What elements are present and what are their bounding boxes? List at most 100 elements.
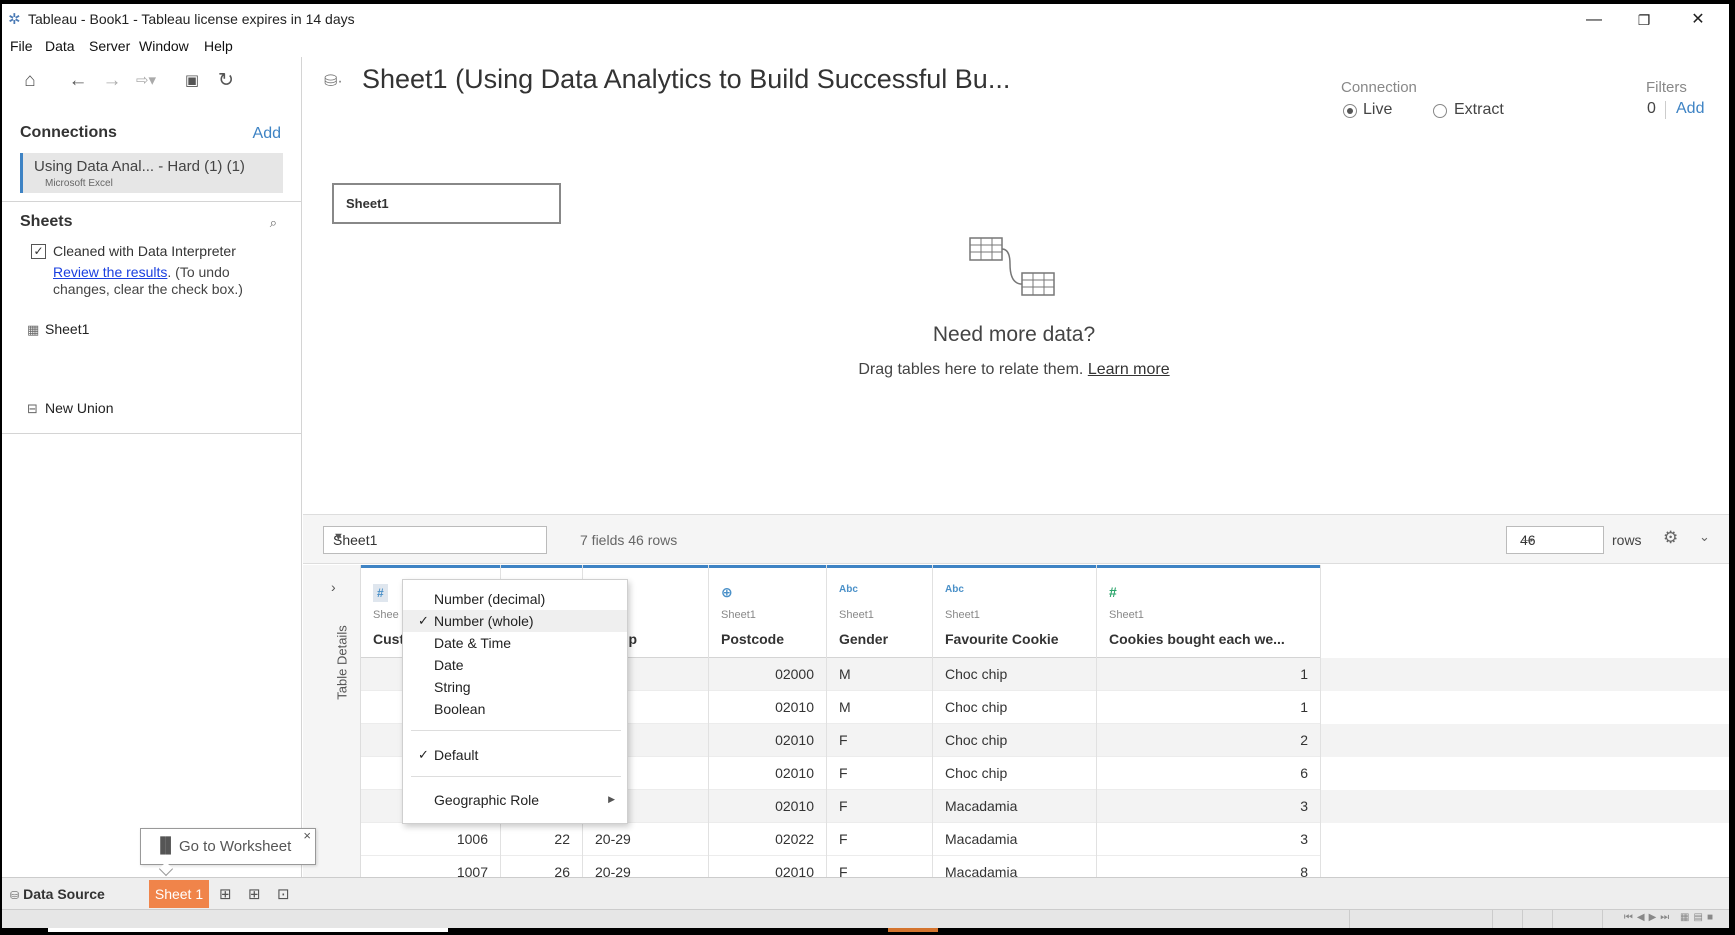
grid-cell[interactable]: F xyxy=(827,856,932,878)
grid-cell[interactable]: 20-29 xyxy=(583,856,708,878)
menu-server[interactable]: Server xyxy=(89,38,130,54)
rows-input[interactable]: 46 → xyxy=(1506,526,1604,554)
data-interpreter-checkbox[interactable]: ✓ xyxy=(31,244,46,259)
grid-cell[interactable]: Macadamia xyxy=(933,823,1096,856)
globe-icon[interactable]: ⊕ xyxy=(721,584,733,601)
column-gender[interactable]: Abc Sheet1 Gender M M F F F F F xyxy=(827,565,933,878)
tab-data-source[interactable]: ⛁ Data Source xyxy=(10,886,105,902)
grid-cell[interactable]: 02010 xyxy=(709,790,826,823)
menu-item-default[interactable]: ✓ Default xyxy=(403,744,627,766)
grid-cell[interactable]: F xyxy=(827,790,932,823)
new-worksheet-icon[interactable]: ⊞ xyxy=(219,885,232,903)
column-header[interactable]: Abc Sheet1 Gender xyxy=(827,565,932,658)
column-header[interactable]: # Sheet1 Cookies bought each we... xyxy=(1097,565,1320,658)
menu-help[interactable]: Help xyxy=(204,38,233,54)
back-icon[interactable]: ← xyxy=(66,69,90,93)
grid-cell[interactable]: Choc chip xyxy=(933,691,1096,724)
grid-cell[interactable]: 20-29 xyxy=(583,823,708,856)
grid-cell[interactable]: 3 xyxy=(1097,790,1320,823)
grid-cell[interactable]: 02010 xyxy=(709,691,826,724)
grid-cell[interactable]: F xyxy=(827,724,932,757)
menu-item-number-whole[interactable]: ✓ Number (whole) xyxy=(403,610,627,632)
arrow-right-icon[interactable]: → xyxy=(1520,530,1595,548)
grid-cell[interactable]: M xyxy=(827,658,932,691)
close-button[interactable]: ✕ xyxy=(1675,6,1721,36)
add-connection-link[interactable]: Add xyxy=(253,125,281,143)
tab-sheet1[interactable]: Sheet 1 xyxy=(149,880,209,908)
maximize-button[interactable]: ❐ xyxy=(1621,6,1667,36)
minimize-button[interactable]: — xyxy=(1571,6,1617,36)
menu-data[interactable]: Data xyxy=(45,38,75,54)
grid-cell[interactable]: 3 xyxy=(1097,823,1320,856)
column-favourite-cookie[interactable]: Abc Sheet1 Favourite Cookie Choc chip Ch… xyxy=(933,565,1097,878)
grid-cell[interactable]: 02022 xyxy=(709,823,826,856)
canvas-table-sheet1[interactable]: Sheet1 xyxy=(332,183,561,224)
column-postcode[interactable]: ⊕ Sheet1 Postcode 02000 02010 02010 0201… xyxy=(709,565,827,878)
close-icon[interactable]: × xyxy=(303,828,311,843)
grid-cell[interactable]: 6 xyxy=(1097,757,1320,790)
string-type-icon[interactable]: Abc xyxy=(839,584,858,595)
grid-cell[interactable]: 22 xyxy=(501,823,582,856)
grid-cell[interactable]: Macadamia xyxy=(933,790,1096,823)
menu-item-boolean[interactable]: Boolean xyxy=(403,698,627,720)
menu-item-date[interactable]: Date xyxy=(403,654,627,676)
menu-window[interactable]: Window xyxy=(139,38,189,54)
connection-item[interactable]: Using Data Anal... - Hard (1) (1) Micros… xyxy=(20,153,283,193)
live-label[interactable]: Live xyxy=(1363,101,1392,119)
grid-cell[interactable]: Choc chip xyxy=(933,724,1096,757)
grid-cell[interactable]: M xyxy=(827,691,932,724)
new-union-item[interactable]: ⊟ New Union xyxy=(27,400,113,417)
number-type-icon[interactable]: # xyxy=(373,584,388,602)
grid-cell[interactable]: 1 xyxy=(1097,691,1320,724)
menu-item-date-time[interactable]: Date & Time xyxy=(403,632,627,654)
grid-cell[interactable]: 8 xyxy=(1097,856,1320,878)
sheet-item-sheet1[interactable]: ▦ Sheet1 xyxy=(27,321,89,338)
column-header[interactable]: ⊕ Sheet1 Postcode xyxy=(709,565,826,658)
grid-cell[interactable]: F xyxy=(827,823,932,856)
menu-item-geographic-role[interactable]: Geographic Role ▶ xyxy=(403,789,627,811)
grid-cell[interactable]: 2 xyxy=(1097,724,1320,757)
grid-cell[interactable]: 02010 xyxy=(709,757,826,790)
grid-cell[interactable]: F xyxy=(827,757,932,790)
live-radio[interactable] xyxy=(1343,104,1357,118)
grid-cell[interactable]: 26 xyxy=(501,856,582,878)
data-source-title[interactable]: Sheet1 (Using Data Analytics to Build Su… xyxy=(362,64,1010,95)
grid-cell[interactable]: 02010 xyxy=(709,724,826,757)
number-type-icon[interactable]: # xyxy=(1109,584,1117,600)
add-filter-link[interactable]: Add xyxy=(1676,100,1704,118)
grid-cell[interactable]: Macadamia xyxy=(933,856,1096,878)
column-header[interactable]: Abc Sheet1 Favourite Cookie xyxy=(933,565,1096,658)
menu-file[interactable]: File xyxy=(10,38,33,54)
review-results-link[interactable]: Review the results xyxy=(53,264,167,280)
menu-item-number-decimal[interactable]: Number (decimal) xyxy=(403,588,627,610)
refresh-icon[interactable]: ↻ xyxy=(214,69,238,93)
grid-cell[interactable]: 1007 xyxy=(361,856,500,878)
chevron-right-icon[interactable]: › xyxy=(331,579,336,595)
string-type-icon[interactable]: Abc xyxy=(945,584,964,595)
sheet-select[interactable]: Sheet1 ▼ xyxy=(323,526,547,554)
datasource-icon[interactable]: ⛁· xyxy=(324,71,343,91)
sheet-navigation-icons[interactable]: ⏮◀▶⏭ ▦▤■ xyxy=(1624,912,1717,923)
redo-icon[interactable]: ⇨▾ xyxy=(134,69,158,93)
menu-item-string[interactable]: String xyxy=(403,676,627,698)
save-icon[interactable]: ▣ xyxy=(180,69,204,93)
new-dashboard-icon[interactable]: ⊞ xyxy=(248,885,261,903)
home-icon[interactable]: ⌂ xyxy=(18,69,42,93)
grid-cell[interactable]: Choc chip xyxy=(933,757,1096,790)
gear-icon[interactable]: ⚙ xyxy=(1663,528,1678,548)
column-cookies-bought[interactable]: # Sheet1 Cookies bought each we... 1 1 2… xyxy=(1097,565,1321,878)
forward-icon[interactable]: → xyxy=(100,69,124,93)
grid-cell[interactable]: Choc chip xyxy=(933,658,1096,691)
extract-radio[interactable] xyxy=(1433,104,1447,118)
table-icon: ▦ xyxy=(27,322,40,337)
grid-cell[interactable]: 1 xyxy=(1097,658,1320,691)
go-to-worksheet-button[interactable]: ▐▌ Go to Worksheet × xyxy=(140,828,316,877)
extract-label[interactable]: Extract xyxy=(1454,101,1504,119)
grid-cell[interactable]: 02010 xyxy=(709,856,826,878)
search-icon[interactable]: ⌕ xyxy=(270,215,277,231)
grid-cell[interactable]: 02000 xyxy=(709,658,826,691)
learn-more-link[interactable]: Learn more xyxy=(1088,361,1170,378)
new-story-icon[interactable]: ⊡ xyxy=(277,885,290,903)
grid-cell[interactable]: 1006 xyxy=(361,823,500,856)
chevron-down-icon[interactable]: ⌄ xyxy=(1699,529,1710,545)
